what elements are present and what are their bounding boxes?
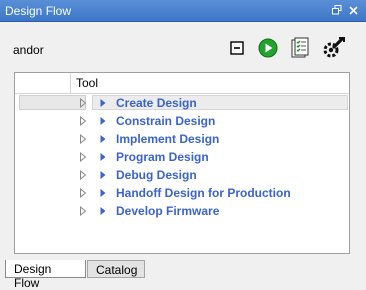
collapse-all-icon[interactable] xyxy=(225,36,249,60)
design-flow-panel: andor Tool Create Design Constrain Desig… xyxy=(0,22,366,258)
tree-item[interactable]: Implement Design xyxy=(15,130,349,148)
expand-arrow-icon[interactable] xyxy=(79,188,87,198)
tab-catalog[interactable]: Catalog xyxy=(87,260,145,278)
expand-arrow-icon[interactable] xyxy=(79,116,87,126)
tool-arrow-icon xyxy=(100,153,106,161)
tool-arrow-icon xyxy=(100,99,106,107)
tree-item-label[interactable]: Implement Design xyxy=(116,132,219,146)
expand-arrow-icon[interactable] xyxy=(79,206,87,216)
expand-arrow-icon[interactable] xyxy=(79,170,87,180)
row-status-cell xyxy=(19,95,86,110)
tree-header: Tool xyxy=(15,73,349,94)
tree-item[interactable]: Program Design xyxy=(15,148,349,166)
tool-arrow-icon xyxy=(100,171,106,179)
tree-item-label[interactable]: Create Design xyxy=(116,96,197,110)
tool-column-header[interactable]: Tool xyxy=(76,76,98,90)
panel-tab-bar: Design Flow Catalog xyxy=(0,258,366,290)
tree-item[interactable]: Constrain Design xyxy=(15,112,349,130)
tool-arrow-icon xyxy=(100,135,106,143)
tool-arrow-icon xyxy=(100,189,106,197)
expand-arrow-icon[interactable] xyxy=(79,134,87,144)
report-icon[interactable] xyxy=(288,36,312,60)
window-title: Design Flow xyxy=(5,4,72,18)
close-icon[interactable] xyxy=(346,3,360,17)
run-icon[interactable] xyxy=(256,36,280,60)
design-flow-tree[interactable]: Tool Create Design Constrain Design Impl… xyxy=(14,72,350,254)
tab-design-flow[interactable]: Design Flow xyxy=(5,260,86,290)
tree-item[interactable]: Develop Firmware xyxy=(15,202,349,220)
tree-item-label[interactable]: Handoff Design for Production xyxy=(116,186,291,200)
window-title-bar: Design Flow xyxy=(0,0,366,22)
device-name: andor xyxy=(13,43,44,57)
expand-arrow-icon[interactable] xyxy=(79,152,87,162)
tree-item[interactable]: Create Design xyxy=(15,94,349,112)
tree-rows: Create Design Constrain Design Implement… xyxy=(15,94,349,220)
tree-item-label[interactable]: Program Design xyxy=(116,150,209,164)
tool-arrow-icon xyxy=(100,207,106,215)
tree-item[interactable]: Debug Design xyxy=(15,166,349,184)
tree-item-label[interactable]: Develop Firmware xyxy=(116,204,219,218)
expand-arrow-icon[interactable] xyxy=(79,98,87,108)
tree-item[interactable]: Handoff Design for Production xyxy=(15,184,349,202)
tree-item-label[interactable]: Debug Design xyxy=(116,168,197,182)
tool-arrow-icon xyxy=(100,117,106,125)
settings-wrench-icon[interactable] xyxy=(322,36,346,60)
float-window-icon[interactable] xyxy=(330,3,344,17)
tree-item-label[interactable]: Constrain Design xyxy=(116,114,215,128)
header-status-column xyxy=(15,73,71,93)
